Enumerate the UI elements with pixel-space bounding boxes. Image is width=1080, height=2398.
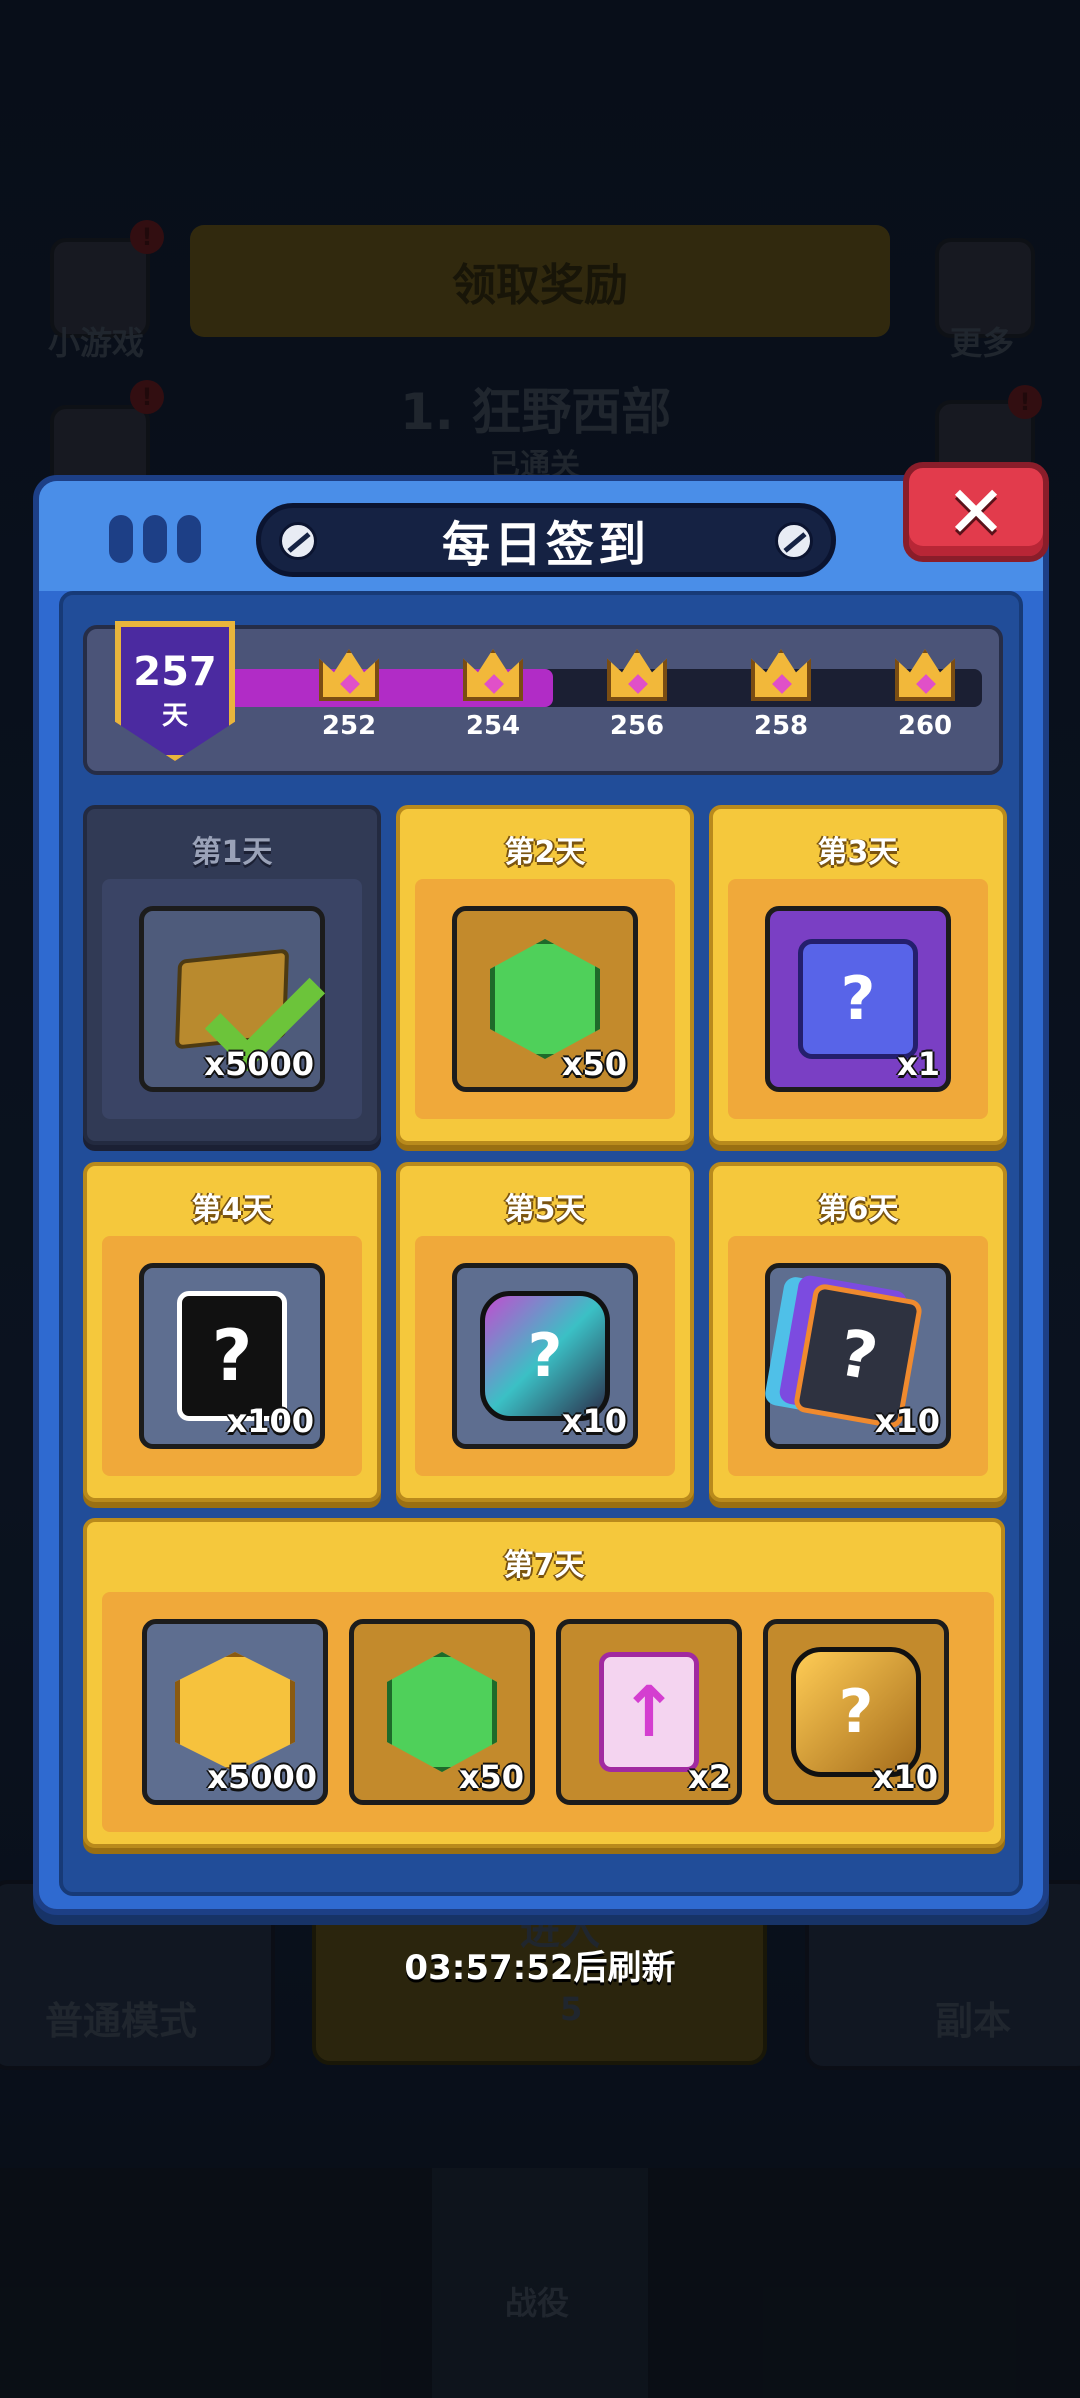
reward-count: x5000: [207, 1758, 317, 1796]
streak-unit: 天: [161, 701, 188, 731]
reward-count: x10: [872, 1758, 938, 1796]
reward-item: x5000: [142, 1619, 328, 1805]
progress-track: [187, 669, 982, 707]
milestone: 260: [885, 649, 965, 741]
reward-item: ? x10: [763, 1619, 949, 1805]
day-card-2[interactable]: 第2天 x50: [396, 805, 694, 1145]
milestone: 252: [309, 649, 389, 741]
milestone: 254: [453, 649, 533, 741]
streak-progress: 252 254 256 258 260 257 天: [83, 621, 1003, 775]
day-label: 第3天: [817, 835, 899, 870]
crown-chest-icon: [463, 649, 523, 701]
reward-item: ? x1: [765, 906, 951, 1092]
mystery-dice-icon: ?: [798, 939, 918, 1059]
green-gem-icon: [387, 1652, 497, 1772]
reward-item: ↑ x2: [556, 1619, 742, 1805]
milestone-label: 258: [753, 711, 809, 741]
reward-item: ? x10: [452, 1263, 638, 1449]
reward-count: x50: [561, 1045, 627, 1083]
gold-coin-icon: [175, 1652, 295, 1772]
day-card-4[interactable]: 第4天 ? x100: [83, 1162, 381, 1502]
milestone-label: 256: [609, 711, 665, 741]
reward-count: x2: [688, 1758, 731, 1796]
streak-shield: 257 天: [115, 621, 235, 761]
milestone: 258: [741, 649, 821, 741]
reward-count: x100: [226, 1402, 314, 1440]
header-decoration: [109, 515, 201, 563]
crown-chest-icon: [751, 649, 811, 701]
day-card-5[interactable]: 第5天 ? x10: [396, 1162, 694, 1502]
title-bar: 每日签到: [256, 503, 836, 577]
day-card-1[interactable]: 第1天 x5000: [83, 805, 381, 1145]
milestone-label: 254: [465, 711, 521, 741]
reward-count: x1: [897, 1045, 940, 1083]
day-label: 第7天: [503, 1548, 585, 1583]
day-label: 第2天: [504, 835, 586, 870]
screw-icon: [775, 522, 813, 560]
crown-chest-icon: [319, 649, 379, 701]
modal-content: 252 254 256 258 260 257 天 第1天 x5000 第2天: [59, 591, 1023, 1896]
crown-chest-icon: [607, 649, 667, 701]
crown-chest-icon: [895, 649, 955, 701]
day-card-6[interactable]: 第6天 ? x10: [709, 1162, 1007, 1502]
daily-checkin-modal: 每日签到 252 254 256 258 260 257 天 第1天 x5000…: [33, 475, 1049, 1915]
day-label: 第4天: [191, 1192, 273, 1227]
reward-item: x5000: [139, 906, 326, 1092]
reward-count: x10: [874, 1402, 940, 1440]
reward-item: x50: [452, 906, 638, 1092]
milestone-label: 260: [897, 711, 953, 741]
streak-days: 257: [133, 649, 217, 695]
modal-title: 每日签到: [441, 517, 650, 573]
day-card-7[interactable]: 第7天 x5000 x50 ↑ x2 ? x10: [83, 1518, 1005, 1848]
milestone: 256: [597, 649, 677, 741]
reward-item: ? x100: [139, 1263, 325, 1449]
upgrade-card-icon: ↑: [599, 1652, 699, 1772]
close-icon: ✕: [945, 470, 1007, 554]
day-label: 第1天: [191, 835, 273, 870]
day-label: 第5天: [504, 1192, 586, 1227]
modal-header: 每日签到: [39, 481, 1043, 591]
reward-count: x50: [458, 1758, 524, 1796]
reward-count: x10: [561, 1402, 627, 1440]
screw-icon: [279, 522, 317, 560]
refresh-timer: 03:57:52后刷新: [404, 1948, 676, 1988]
day-card-3[interactable]: 第3天 ? x1: [709, 805, 1007, 1145]
green-gem-icon: [490, 939, 600, 1059]
close-button[interactable]: ✕: [903, 462, 1049, 562]
reward-count: x5000: [204, 1045, 314, 1083]
reward-item: x50: [349, 1619, 535, 1805]
day-label: 第6天: [817, 1192, 899, 1227]
reward-item: ? x10: [765, 1263, 951, 1449]
milestone-label: 252: [321, 711, 377, 741]
